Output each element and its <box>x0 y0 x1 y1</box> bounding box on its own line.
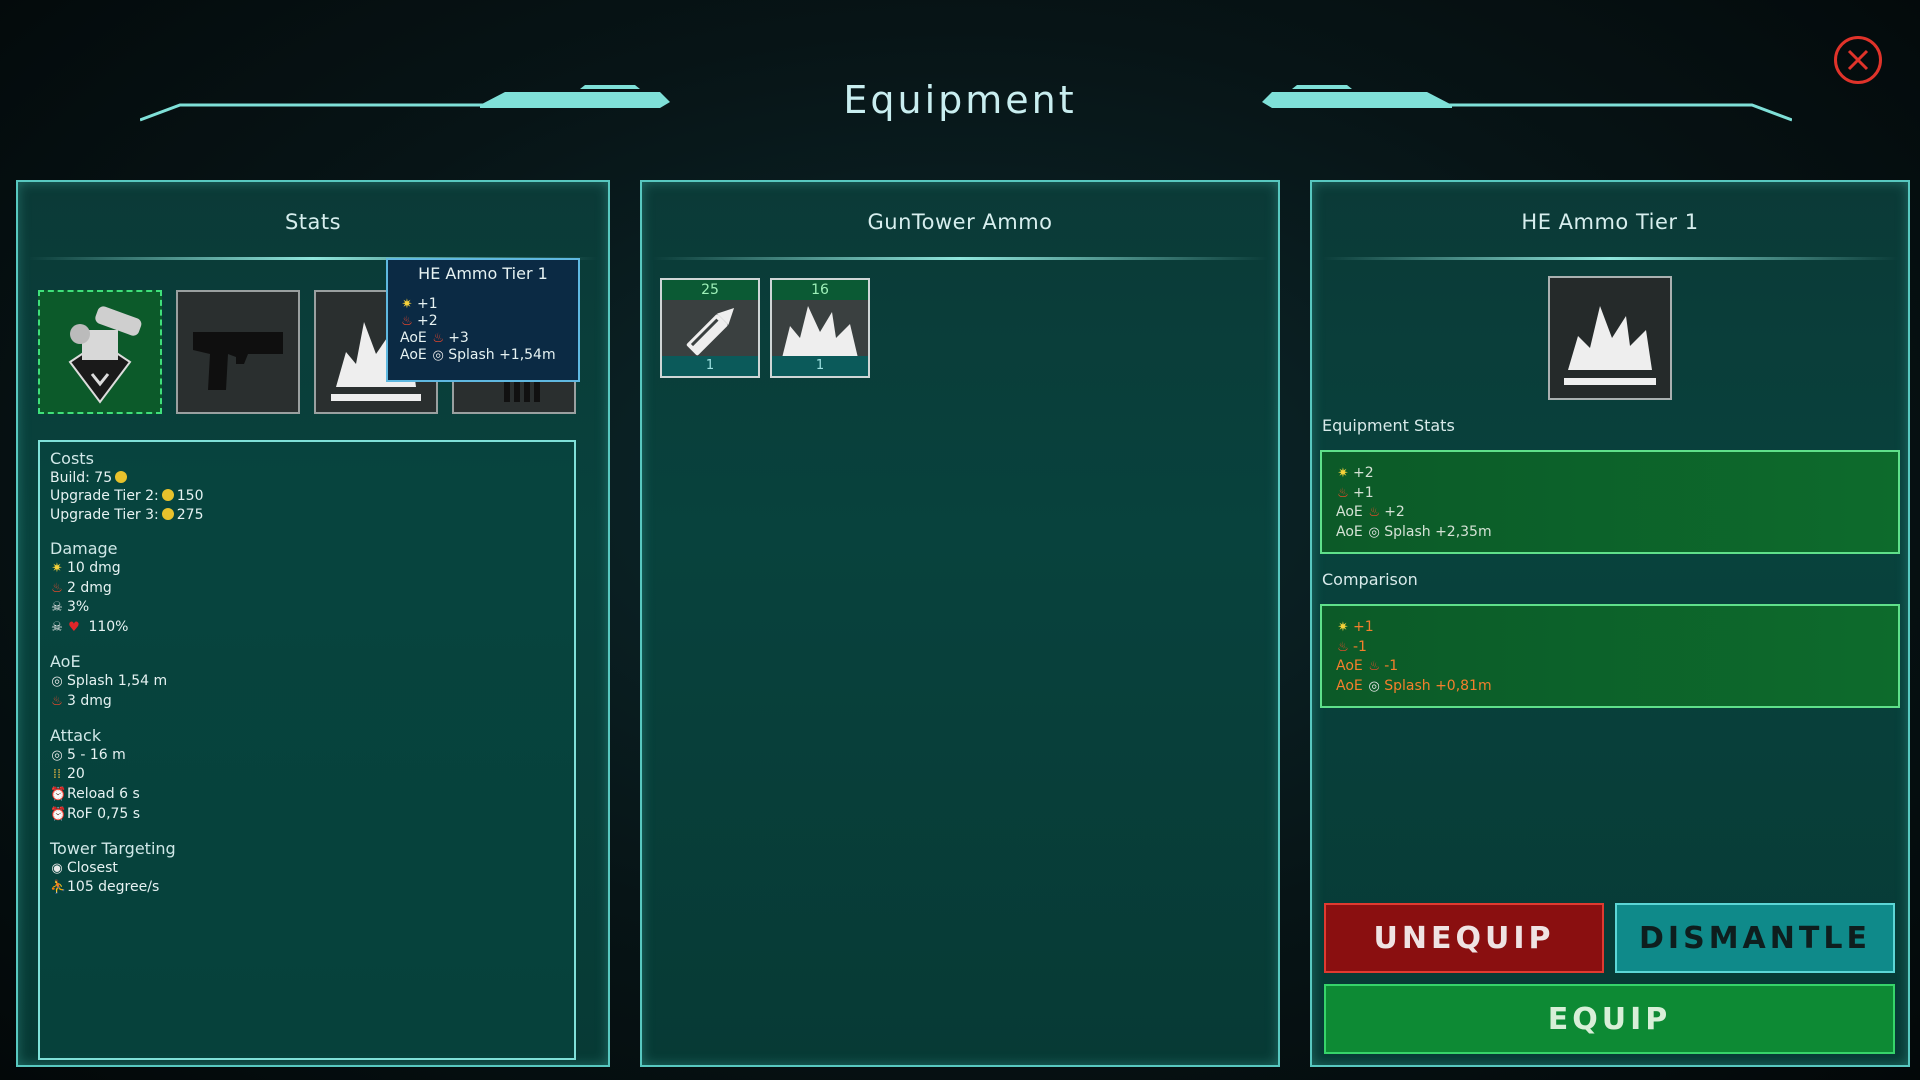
upgrade-tier3-cost: Upgrade Tier 3: 275 <box>50 506 204 523</box>
selected-item-icon <box>1548 276 1672 400</box>
alarm-clock-icon: ⏰ <box>50 806 67 822</box>
stat-line: AoE ◎ Splash +2,35m <box>1336 523 1884 543</box>
ammo-panel-title: GunTower Ammo <box>867 210 1053 234</box>
stat-line: AoE ♨ -1 <box>1336 657 1884 677</box>
coin-icon <box>115 470 128 483</box>
target-icon: ◎ <box>1368 678 1380 694</box>
sun-icon: ✷ <box>401 297 413 312</box>
sun-icon: ✷ <box>51 560 63 576</box>
attack-heading: Attack <box>50 726 102 746</box>
damage-heading: Damage <box>50 539 118 559</box>
fire-icon: ♨ <box>432 331 445 346</box>
stat-line: ♨ +1 <box>1336 484 1884 504</box>
fire-icon: ♨ <box>401 314 413 329</box>
header-left-decoration <box>140 85 670 122</box>
tooltip-line: AoE ◎ Splash +1,54m <box>400 347 556 363</box>
skull-icon: ☠ <box>51 619 63 635</box>
gun-tower-icon <box>68 306 142 404</box>
fire-icon: ♨ <box>1368 505 1381 521</box>
close-icon <box>1847 49 1869 71</box>
coin-icon <box>161 489 174 502</box>
target-icon: ◎ <box>432 348 444 363</box>
divider <box>652 257 1268 260</box>
target-icon: ◎ <box>51 747 63 763</box>
stat-line: AoE ♨ +2 <box>1336 503 1884 523</box>
comparison-box: ✷ +1 ♨ -1 AoE ♨ -1 AoE ◎ Splash +0,81m <box>1320 604 1900 708</box>
item-detail-title: HE Ammo Tier 1 <box>1521 210 1699 234</box>
aoe-heading: AoE <box>50 652 81 672</box>
running-icon: ⛹ <box>50 880 67 896</box>
aoe-splash: ◎ Splash 1,54 m <box>50 672 564 692</box>
tooltip-title: HE Ammo Tier 1 <box>418 264 548 283</box>
alarm-clock-icon: ⏰ <box>50 786 67 802</box>
equipment-stats-label: Equipment Stats <box>1322 416 1455 435</box>
targeting-rotation: ⛹105 degree/s <box>50 878 564 898</box>
weapon-slot[interactable] <box>176 290 300 414</box>
stat-line: ♨ -1 <box>1336 638 1884 658</box>
crit-chance: ☠ 3% <box>50 598 564 618</box>
header-right-decoration <box>1262 85 1792 122</box>
dismantle-button[interactable]: DISMANTLE <box>1615 903 1895 973</box>
ammo-count: 1 <box>662 356 758 376</box>
stat-line: AoE ◎ Splash +0,81m <box>1336 677 1884 697</box>
target-icon: ◎ <box>1368 524 1380 540</box>
attack-reload: ⏰Reload 6 s <box>50 785 564 805</box>
attack-rof: ⏰RoF 0,75 s <box>50 805 564 825</box>
tooltip-line: AoE ♨ +3 <box>400 330 469 346</box>
fire-icon: ♨ <box>1368 659 1381 675</box>
divider <box>1322 257 1898 260</box>
build-cost: Build: 75 <box>50 469 564 488</box>
explosion-icon <box>1564 306 1656 385</box>
crit-multiplier: ☠ ♥ 110% <box>50 618 564 638</box>
coin-icon <box>161 507 174 520</box>
item-tooltip: HE Ammo Tier 1 ✷ +1 ♨ +2 AoE ♨ +3 AoE ◎ Spla… <box>386 258 580 382</box>
close-button[interactable] <box>1834 36 1882 84</box>
ammo-item[interactable]: 25 1 <box>660 278 760 378</box>
costs-heading: Costs <box>50 449 94 468</box>
crosshair-icon: ◉ <box>51 860 63 876</box>
targeting-mode: ◉ Closest <box>50 859 564 879</box>
fire-icon: ♨ <box>1337 485 1349 501</box>
damage-physical: ✷ 10 dmg <box>50 559 564 579</box>
ammo-item-selected[interactable]: 16 1 <box>770 278 870 378</box>
heart-icon: ♥ <box>68 619 80 635</box>
stat-line: ✷ +1 <box>1336 618 1884 638</box>
aoe-fire: ♨ 3 dmg <box>50 692 564 712</box>
tooltip-line: ♨ +2 <box>401 313 438 329</box>
fire-icon: ♨ <box>51 580 63 596</box>
skull-icon: ☠ <box>51 600 63 616</box>
sun-icon: ✷ <box>1337 620 1349 635</box>
pistol-icon <box>193 332 283 390</box>
fire-icon: ♨ <box>51 693 63 709</box>
ammo-icon: ⁞⁞ <box>52 767 62 783</box>
equip-button[interactable]: EQUIP <box>1324 984 1895 1054</box>
stats-panel-title: Stats <box>284 210 342 234</box>
upgrade-tier2-cost: Upgrade Tier 2: 150 <box>50 488 204 505</box>
damage-fire: ♨ 2 dmg <box>50 579 564 599</box>
target-icon: ◎ <box>51 673 63 689</box>
stat-line: ✷ +2 <box>1336 464 1884 484</box>
attack-range: ◎ 5 - 16 m <box>50 746 564 766</box>
targeting-heading: Tower Targeting <box>50 839 176 859</box>
tower-slot[interactable] <box>38 290 162 414</box>
ammo-count: 1 <box>772 356 868 376</box>
equipment-stats-box: ✷ +2 ♨ +1 AoE ♨ +2 AoE ◎ Splash +2,35m <box>1320 450 1900 554</box>
fire-icon: ♨ <box>1337 639 1349 655</box>
unequip-button[interactable]: UNEQUIP <box>1324 903 1604 973</box>
comparison-label: Comparison <box>1322 570 1418 589</box>
tooltip-line: ✷ +1 <box>401 296 438 312</box>
attack-ammo: ⁞⁞ 20 <box>50 765 564 785</box>
tower-stats-box: Costs Build: 75 Upgrade Tier 2: 150 Upgra… <box>38 440 576 1060</box>
sun-icon: ✷ <box>1337 466 1349 481</box>
